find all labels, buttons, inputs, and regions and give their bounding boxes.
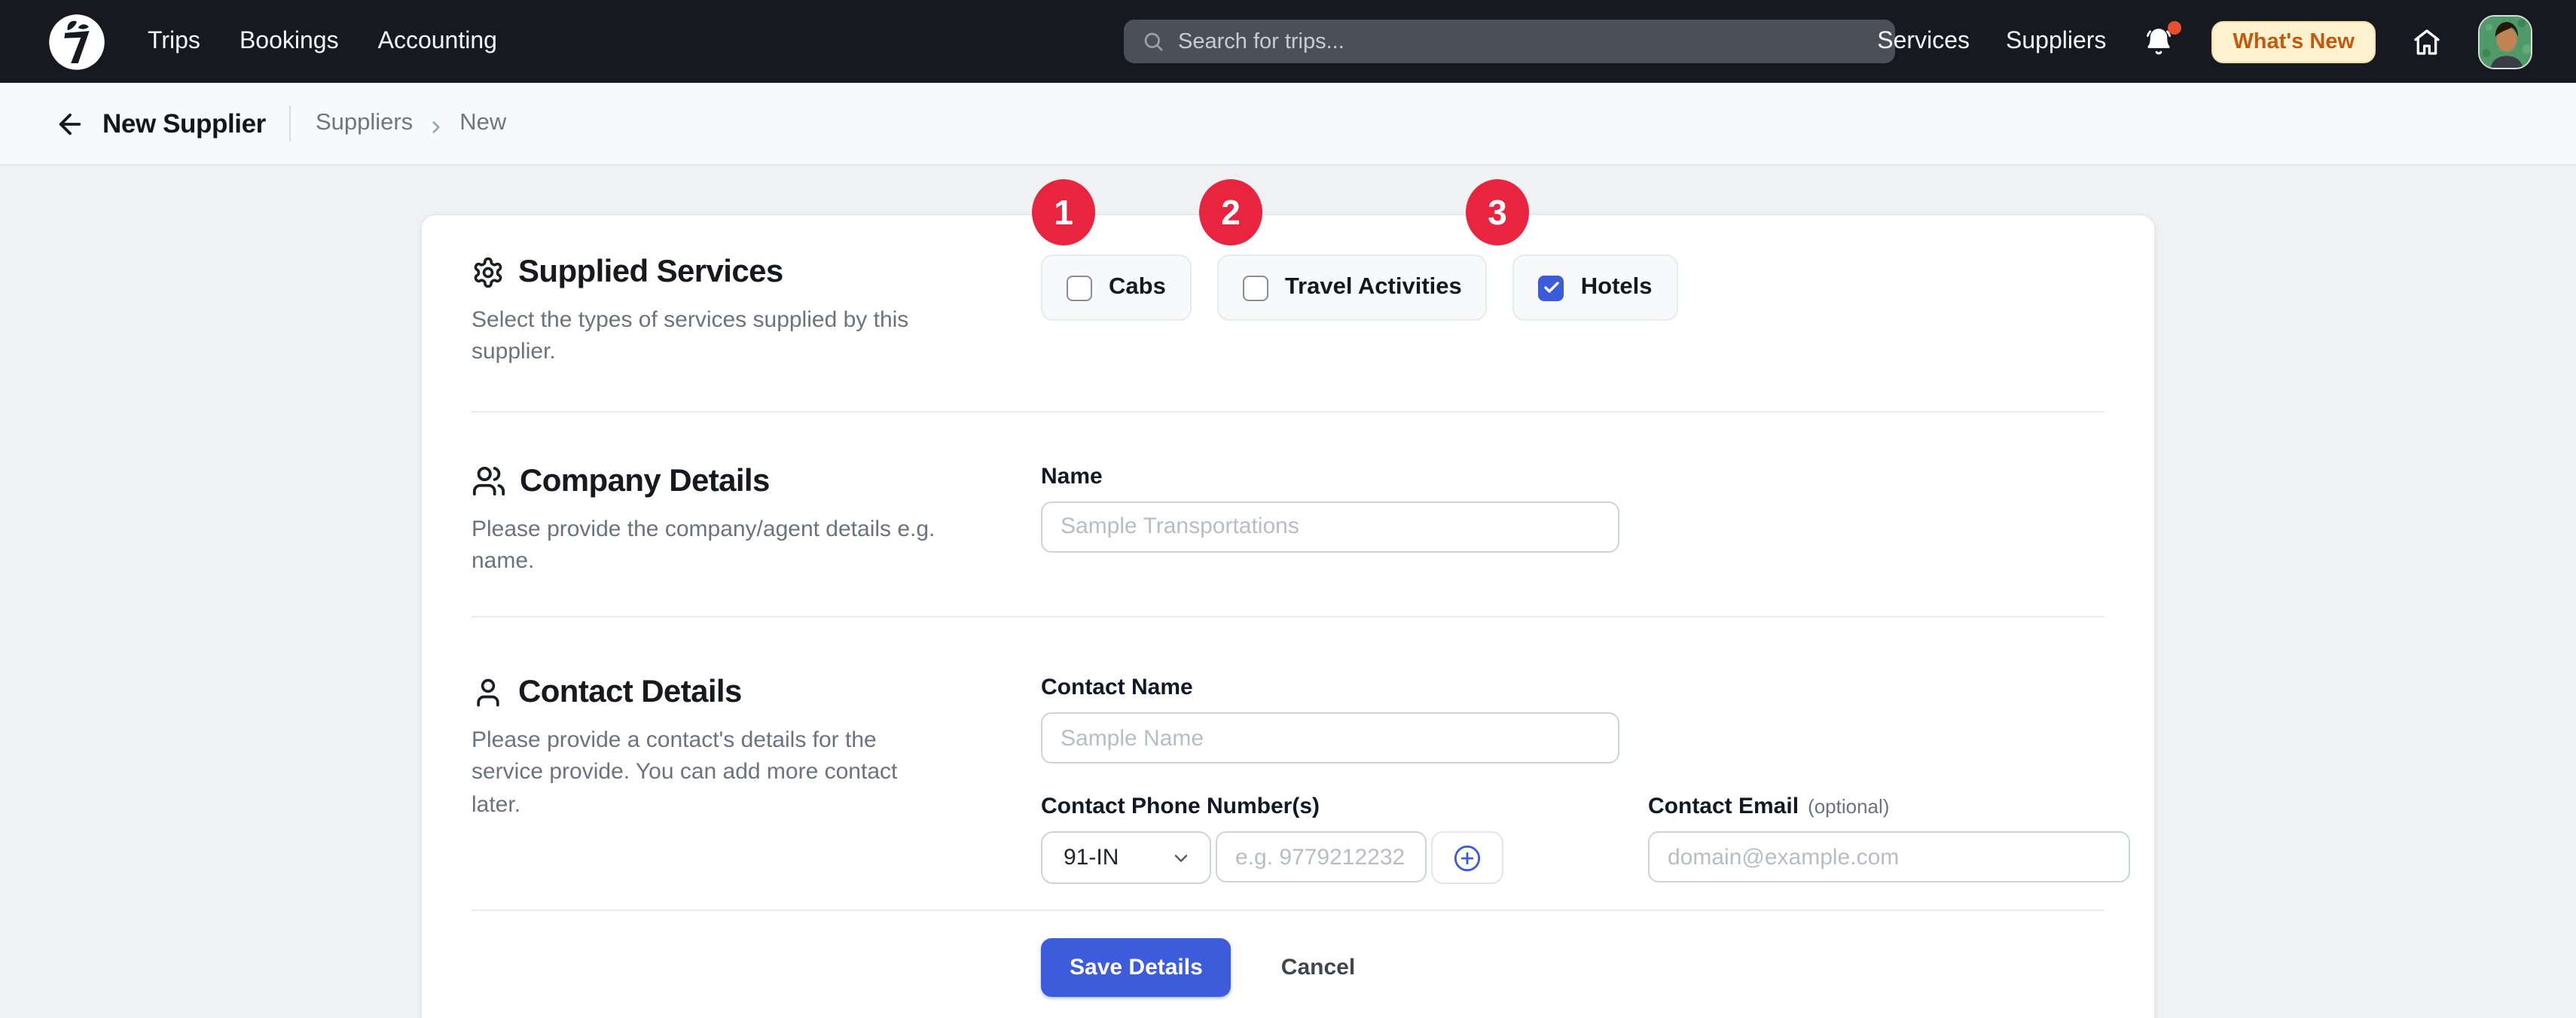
section-company-details: Company Details Please provide the compa… xyxy=(422,412,2154,616)
breadcrumb-new: New xyxy=(459,110,506,137)
search-placeholder: Search for trips... xyxy=(1178,29,1344,53)
user-icon xyxy=(472,676,505,709)
notification-dot xyxy=(2168,20,2181,34)
service-label-cabs: Cabs xyxy=(1109,274,1166,301)
email-block: Contact Email(optional) xyxy=(1648,794,2130,884)
optional-hint: (optional) xyxy=(1808,795,1889,818)
annotation-marker-2: 2 xyxy=(1199,179,1262,245)
contact-email-input[interactable] xyxy=(1648,831,2130,882)
nav-link-suppliers[interactable]: Suppliers xyxy=(2006,28,2106,55)
gear-icon xyxy=(472,256,505,289)
form-actions: Save Details Cancel xyxy=(422,911,2154,1018)
trip-search-input[interactable]: Search for trips... xyxy=(1124,20,1895,63)
nav-left-group: Trips Bookings Accounting xyxy=(0,10,497,73)
new-supplier-form-card: 1 2 3 Supplied Services Select the types… xyxy=(420,214,2156,1018)
service-option-hotels[interactable]: Hotels xyxy=(1513,254,1678,321)
company-details-heading: Company Details xyxy=(472,463,991,499)
service-label-hotels: Hotels xyxy=(1581,274,1653,301)
user-avatar[interactable] xyxy=(2478,14,2532,69)
divider xyxy=(290,105,291,142)
main-content: 1 2 3 Supplied Services Select the types… xyxy=(0,214,2576,1018)
nav-link-trips[interactable]: Trips xyxy=(148,28,200,55)
section-contact-details: Contact Details Please provide a contact… xyxy=(422,617,2154,910)
chevron-down-icon xyxy=(1170,847,1192,868)
company-details-fields: Name xyxy=(1041,463,2104,577)
annotation-marker-1: 1 xyxy=(1032,179,1095,245)
service-options: Cabs Travel Activities Hotels xyxy=(1041,254,2104,368)
top-navbar: Trips Bookings Accounting Search for tri… xyxy=(0,0,2576,83)
company-details-intro: Company Details Please provide the compa… xyxy=(472,463,991,577)
users-group-icon xyxy=(472,464,506,498)
contact-phone-input[interactable] xyxy=(1216,831,1427,882)
page-title: New Supplier xyxy=(102,108,266,139)
annotation-marker-3: 3 xyxy=(1466,179,1529,245)
app-viewport: Trips Bookings Accounting Search for tri… xyxy=(0,0,2576,1018)
contact-details-heading: Contact Details xyxy=(472,675,991,711)
nav-link-bookings[interactable]: Bookings xyxy=(240,28,339,55)
search-icon xyxy=(1142,30,1164,53)
add-phone-button[interactable] xyxy=(1431,831,1503,884)
country-code-value: 91-IN xyxy=(1064,845,1119,870)
whats-new-button[interactable]: What's New xyxy=(2211,20,2376,62)
contact-details-title: Contact Details xyxy=(518,675,742,711)
contact-details-intro: Contact Details Please provide a contact… xyxy=(472,675,991,884)
service-checkbox-2[interactable] xyxy=(1539,275,1564,300)
chevron-right-icon xyxy=(426,117,446,136)
company-name-input[interactable] xyxy=(1041,501,1619,552)
nav-right-group: Services Suppliers What's New xyxy=(1877,0,2532,83)
contact-details-fields: Contact Name Contact Phone Number(s) 91-… xyxy=(1041,675,2130,884)
nav-link-accounting[interactable]: Accounting xyxy=(378,28,497,55)
back-arrow-icon[interactable] xyxy=(54,107,87,140)
supplied-services-title: Supplied Services xyxy=(518,254,783,291)
contact-name-label: Contact Name xyxy=(1041,675,2130,700)
service-checkbox-0[interactable] xyxy=(1067,275,1092,300)
section-supplied-services: Supplied Services Select the types of se… xyxy=(422,215,2154,410)
breadcrumb-suppliers[interactable]: Suppliers xyxy=(316,110,413,137)
app-logo-icon[interactable] xyxy=(45,10,108,73)
supplied-services-subtitle: Select the types of services supplied by… xyxy=(472,304,991,368)
notifications-bell-icon[interactable] xyxy=(2142,25,2175,58)
contact-phone-label: Contact Phone Number(s) xyxy=(1041,794,1503,819)
supplied-services-heading: Supplied Services xyxy=(472,254,991,291)
phone-block: Contact Phone Number(s) 91-IN xyxy=(1041,794,1503,884)
service-option-travel-activities[interactable]: Travel Activities xyxy=(1217,254,1488,321)
service-checkbox-1[interactable] xyxy=(1243,275,1268,300)
name-label: Name xyxy=(1041,463,2104,489)
service-option-cabs[interactable]: Cabs xyxy=(1041,254,1192,321)
home-icon[interactable] xyxy=(2412,26,2442,56)
nav-link-services[interactable]: Services xyxy=(1877,28,1970,55)
country-code-select[interactable]: 91-IN xyxy=(1041,831,1211,884)
contact-name-input[interactable] xyxy=(1041,712,1619,764)
page-header: New Supplier Suppliers New xyxy=(0,83,2576,166)
cancel-button[interactable]: Cancel xyxy=(1281,955,1355,980)
supplied-services-intro: Supplied Services Select the types of se… xyxy=(472,254,991,368)
company-details-subtitle: Please provide the company/agent details… xyxy=(472,513,991,577)
save-details-button[interactable]: Save Details xyxy=(1041,938,1232,997)
company-details-title: Company Details xyxy=(520,463,770,499)
contact-email-label: Contact Email(optional) xyxy=(1648,794,2130,819)
service-label-travel-activities: Travel Activities xyxy=(1285,274,1462,301)
contact-details-subtitle: Please provide a contact's details for t… xyxy=(472,724,923,821)
